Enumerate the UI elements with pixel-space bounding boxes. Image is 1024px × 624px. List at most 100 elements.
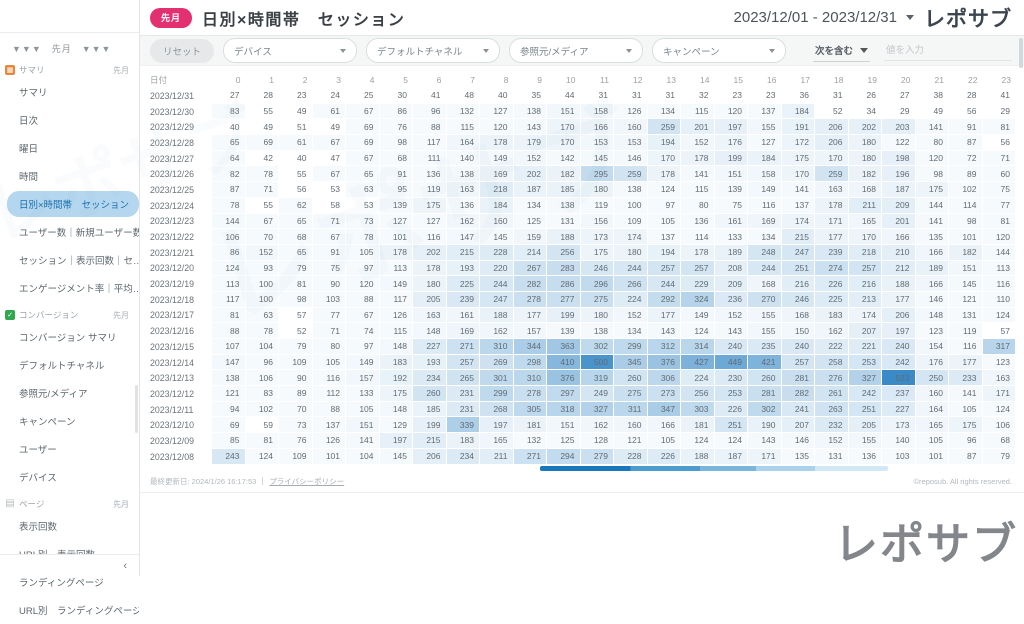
heat-cell: 166 bbox=[916, 245, 950, 261]
heat-cell: 244 bbox=[480, 276, 514, 292]
date-range-value[interactable]: 2023/12/01 - 2023/12/31 bbox=[734, 9, 897, 26]
heat-cell: 100 bbox=[246, 292, 280, 308]
match-type-select[interactable]: 次を含む bbox=[813, 39, 870, 62]
heat-cell: 90 bbox=[313, 276, 347, 292]
row-date-label: 2023/12/19 bbox=[150, 276, 212, 292]
heat-cell: 76 bbox=[380, 119, 414, 135]
heat-cell: 23 bbox=[715, 88, 749, 104]
row-date-label: 2023/12/29 bbox=[150, 119, 212, 135]
match-type-value[interactable]: 次を含む bbox=[815, 43, 853, 57]
vertical-scrollbar[interactable] bbox=[1019, 38, 1023, 68]
heat-cell: 306 bbox=[648, 370, 682, 386]
sidebar-item[interactable]: デフォルトチャネル bbox=[0, 351, 139, 379]
heat-cell: 56 bbox=[279, 182, 313, 198]
sidebar-item[interactable]: 日別×時間帯 セッション bbox=[7, 191, 139, 217]
collapse-chevron-icon[interactable]: ‹ bbox=[123, 560, 127, 572]
heat-cell: 149 bbox=[480, 151, 514, 167]
heat-cell: 160 bbox=[614, 119, 648, 135]
sidebar-item[interactable]: サマリ bbox=[0, 78, 139, 106]
heat-cell: 35 bbox=[514, 88, 548, 104]
filter-dropdown-3[interactable]: キャンペーン bbox=[652, 38, 786, 63]
heat-cell: 257 bbox=[447, 355, 481, 371]
sidebar-item[interactable]: コンバージョン サマリ bbox=[0, 323, 139, 351]
heat-cell: 131 bbox=[815, 449, 849, 465]
heat-cell: 56 bbox=[949, 104, 983, 120]
heat-cell: 281 bbox=[748, 386, 782, 402]
filter-dropdown-2[interactable]: 参照元/メディア bbox=[509, 38, 643, 63]
filter-dropdown-0[interactable]: デバイス bbox=[223, 38, 357, 63]
heat-cell: 173 bbox=[581, 229, 615, 245]
heat-cell: 28 bbox=[246, 88, 280, 104]
filter-dropdown-1[interactable]: デフォルトチャネル bbox=[366, 38, 500, 63]
heat-cell: 136 bbox=[849, 449, 883, 465]
privacy-policy-link[interactable]: プライバシーポリシー bbox=[269, 476, 344, 487]
heat-cell: 75 bbox=[715, 198, 749, 214]
heat-cell: 149 bbox=[681, 308, 715, 324]
date-range-picker[interactable]: 2023/12/01 - 2023/12/31 bbox=[734, 9, 914, 26]
sidebar-item[interactable]: ユーザー bbox=[0, 435, 139, 463]
heat-cell: 175 bbox=[413, 198, 447, 214]
sidebar-item[interactable]: 時間 bbox=[0, 162, 139, 190]
heat-cell: 152 bbox=[614, 308, 648, 324]
sidebar-item[interactable]: デバイス bbox=[0, 463, 139, 491]
heat-cell: 23 bbox=[279, 88, 313, 104]
heat-cell: 96 bbox=[246, 355, 280, 371]
heat-cell: 197 bbox=[715, 119, 749, 135]
sidebar-item[interactable]: セッション｜表示回数｜セ… bbox=[0, 246, 139, 274]
heat-cell: 276 bbox=[815, 370, 849, 386]
heat-cell: 146 bbox=[782, 433, 816, 449]
heat-cell: 211 bbox=[480, 449, 514, 465]
heat-cell: 182 bbox=[949, 245, 983, 261]
heat-cell: 88 bbox=[313, 402, 347, 418]
hour-column-header: 3 bbox=[313, 75, 347, 85]
heat-cell: 65 bbox=[346, 166, 380, 182]
heat-cell: 244 bbox=[648, 276, 682, 292]
sidebar-item[interactable]: 日次 bbox=[0, 106, 139, 134]
heat-cell: 137 bbox=[313, 417, 347, 433]
reset-button[interactable]: リセット bbox=[150, 39, 214, 63]
heat-cell: 376 bbox=[648, 355, 682, 371]
heat-cell: 47 bbox=[313, 151, 347, 167]
filter-value-input[interactable] bbox=[884, 41, 1012, 61]
heat-cell: 234 bbox=[447, 449, 481, 465]
heat-cell: 275 bbox=[581, 292, 615, 308]
heat-cell: 101 bbox=[380, 229, 414, 245]
sidebar-collapse-bar[interactable]: ‹ bbox=[0, 554, 139, 576]
sidebar-item[interactable]: 表示回数 bbox=[0, 512, 139, 540]
sidebar-item[interactable]: 参照元/メディア bbox=[0, 379, 139, 407]
sidebar-item[interactable]: キャンペーン bbox=[0, 407, 139, 435]
heat-cell: 67 bbox=[313, 166, 347, 182]
heat-cell: 49 bbox=[246, 119, 280, 135]
heat-cell: 115 bbox=[447, 119, 481, 135]
sidebar-scrollbar[interactable] bbox=[135, 385, 138, 433]
heat-cell: 65 bbox=[279, 245, 313, 261]
heat-cell: 152 bbox=[514, 151, 548, 167]
heat-cell: 241 bbox=[782, 402, 816, 418]
sidebar-item[interactable]: 曜日 bbox=[0, 134, 139, 162]
heat-cell: 169 bbox=[447, 323, 481, 339]
heat-cell: 143 bbox=[715, 323, 749, 339]
heat-cell: 144 bbox=[212, 214, 246, 230]
heat-cell: 182 bbox=[849, 166, 883, 182]
heat-cell: 275 bbox=[614, 386, 648, 402]
heat-cell: 40 bbox=[279, 151, 313, 167]
sidebar-item[interactable]: エンゲージメント率｜平均… bbox=[0, 274, 139, 302]
heat-cell: 72 bbox=[949, 151, 983, 167]
hour-column-header: 16 bbox=[748, 75, 782, 85]
heat-cell: 184 bbox=[480, 198, 514, 214]
heat-cell: 181 bbox=[681, 417, 715, 433]
heat-cell: 132 bbox=[447, 104, 481, 120]
heat-cell: 168 bbox=[849, 182, 883, 198]
heatmap-color-legend bbox=[540, 466, 888, 471]
heat-cell: 57 bbox=[983, 323, 1017, 339]
sidebar-item[interactable]: ユーザー数｜新規ユーザー数 bbox=[0, 218, 139, 246]
heat-cell: 192 bbox=[380, 370, 414, 386]
sidebar-item[interactable]: URL別 ランディングページ bbox=[0, 596, 139, 624]
heat-cell: 136 bbox=[447, 198, 481, 214]
sidebar-section-label: サマリ bbox=[19, 64, 45, 76]
heat-cell: 139 bbox=[715, 182, 749, 198]
heat-cell: 73 bbox=[346, 214, 380, 230]
hour-column-header: 7 bbox=[447, 75, 481, 85]
heat-cell: 149 bbox=[748, 182, 782, 198]
heat-cell: 134 bbox=[514, 198, 548, 214]
